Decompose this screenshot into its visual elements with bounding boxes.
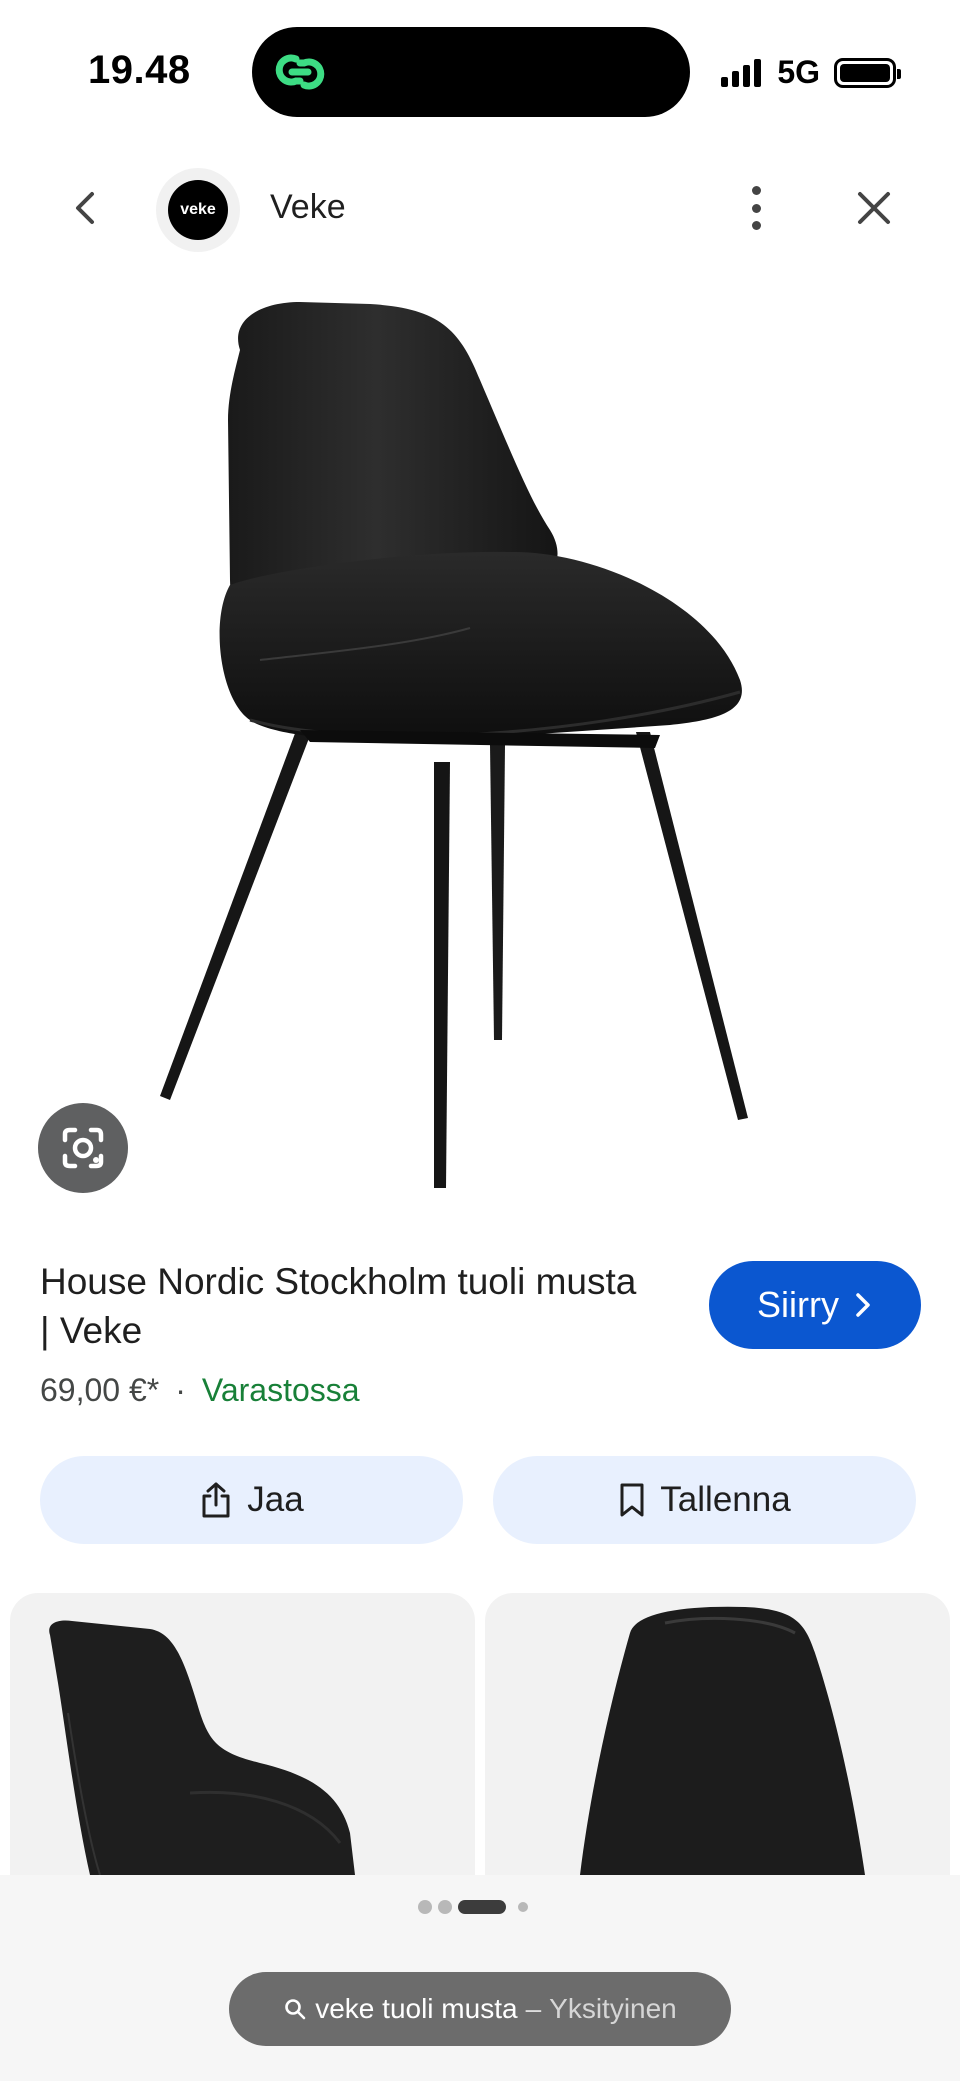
site-name[interactable]: Veke xyxy=(270,188,346,227)
page-dot xyxy=(438,1900,452,1914)
save-button[interactable]: Tallenna xyxy=(493,1456,916,1544)
browsing-mode: Yksityinen xyxy=(549,1993,677,2024)
share-button[interactable]: Jaa xyxy=(40,1456,463,1544)
share-label: Jaa xyxy=(247,1480,304,1519)
related-image-2[interactable] xyxy=(485,1593,950,1875)
product-image[interactable] xyxy=(150,300,790,1200)
chair-side-thumbnail xyxy=(49,1620,356,1875)
battery-icon xyxy=(834,57,901,88)
site-logo-text: veke xyxy=(168,180,228,240)
price-row: 69,00 €* · Varastossa xyxy=(40,1372,360,1409)
save-label: Tallenna xyxy=(660,1480,791,1519)
status-bar: 19.48 5G xyxy=(0,0,960,140)
chair-back-thumbnail xyxy=(580,1606,865,1875)
google-lens-icon xyxy=(62,1127,104,1169)
stock-status: Varastossa xyxy=(201,1372,360,1408)
share-icon xyxy=(202,1482,230,1518)
bookmark-icon xyxy=(620,1483,644,1517)
link-activity-icon xyxy=(275,54,325,90)
page-dot xyxy=(418,1900,432,1914)
more-options-button[interactable] xyxy=(738,182,774,234)
visit-site-button[interactable]: Siirry xyxy=(709,1261,921,1349)
page-indicator[interactable] xyxy=(418,1900,528,1914)
close-button[interactable] xyxy=(850,184,898,232)
page-header: veke Veke xyxy=(0,160,960,256)
status-time: 19.48 xyxy=(88,48,191,92)
visit-site-label: Siirry xyxy=(757,1284,839,1325)
page-dot xyxy=(518,1902,528,1912)
chevron-right-icon xyxy=(856,1293,870,1317)
address-separator: – xyxy=(525,1993,542,2024)
signal-strength-icon xyxy=(721,58,762,87)
address-bar[interactable]: veke tuoli musta – Yksityinen xyxy=(229,1972,731,2046)
product-title[interactable]: House Nordic Stockholm tuoli musta | Vek… xyxy=(40,1257,640,1355)
separator-dot: · xyxy=(175,1372,186,1408)
product-price: 69,00 €* xyxy=(40,1372,160,1408)
network-type: 5G xyxy=(777,54,820,90)
back-button[interactable] xyxy=(62,184,110,232)
related-image-1[interactable] xyxy=(10,1593,475,1875)
page-dot-active xyxy=(458,1900,506,1914)
more-vert-icon xyxy=(751,186,761,195)
site-logo[interactable]: veke xyxy=(156,168,240,252)
search-query: veke tuoli musta xyxy=(315,1993,518,2024)
dynamic-island xyxy=(252,27,690,117)
google-lens-button[interactable] xyxy=(38,1103,128,1193)
status-indicators: 5G xyxy=(721,54,901,91)
search-icon xyxy=(285,1999,306,2020)
